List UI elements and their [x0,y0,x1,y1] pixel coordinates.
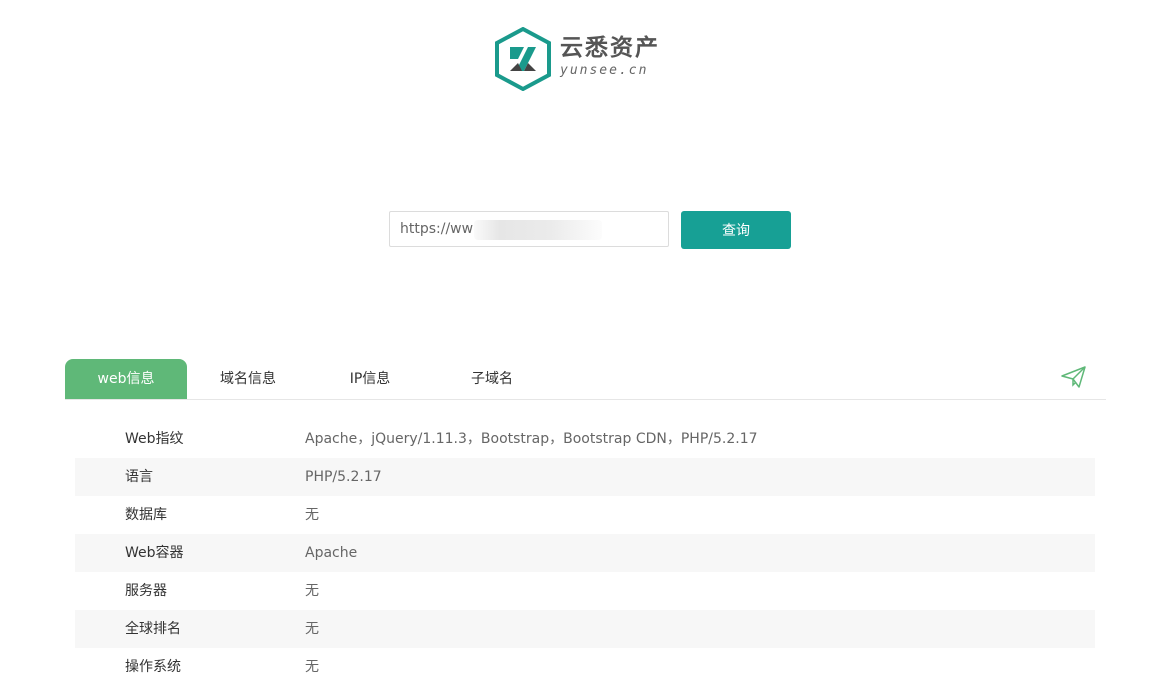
row-value: Apache，jQuery/1.11.3，Bootstrap，Bootstrap… [305,431,758,447]
query-button[interactable]: 查询 [681,211,791,249]
tab-subdomain[interactable]: 子域名 [431,359,553,399]
row-label: 语言 [125,469,153,485]
result-tabs: web信息 域名信息 IP信息 子域名 [65,359,1106,400]
table-row: Web容器 Apache [75,534,1095,572]
row-label: Web容器 [125,545,184,561]
row-value: 无 [305,583,319,599]
row-label: 操作系统 [125,659,181,675]
tab-ip-info[interactable]: IP信息 [309,359,431,399]
table-row: Web指纹 Apache，jQuery/1.11.3，Bootstrap，Boo… [75,420,1095,458]
logo-subtitle: yunsee.cn [560,63,649,78]
row-value: PHP/5.2.17 [305,469,382,485]
logo[interactable]: 云悉资产 yunsee.cn [494,27,660,91]
table-row: 语言 PHP/5.2.17 [75,458,1095,496]
redacted-url-mask [474,220,602,240]
row-value: 无 [305,507,319,523]
tab-domain-info[interactable]: 域名信息 [187,359,309,399]
row-label: 服务器 [125,583,167,599]
row-label: Web指纹 [125,431,184,447]
table-row: 服务器 无 [75,572,1095,610]
row-value: 无 [305,659,319,675]
logo-title: 云悉资产 [560,35,660,61]
row-label: 全球排名 [125,621,181,637]
row-value: 无 [305,621,319,637]
table-row: 数据库 无 [75,496,1095,534]
tab-web-info[interactable]: web信息 [65,359,187,399]
paper-plane-icon[interactable] [1061,365,1087,389]
table-row: 全球排名 无 [75,610,1095,648]
row-value: Apache [305,545,358,561]
web-info-table: Web指纹 Apache，jQuery/1.11.3，Bootstrap，Boo… [75,420,1095,686]
row-label: 数据库 [125,507,167,523]
yunsee-logo-icon [495,27,551,91]
page: 云悉资产 yunsee.cn 查询 web信息 域名信息 IP信息 子域名 We… [0,0,1161,697]
table-row: 操作系统 无 [75,648,1095,686]
